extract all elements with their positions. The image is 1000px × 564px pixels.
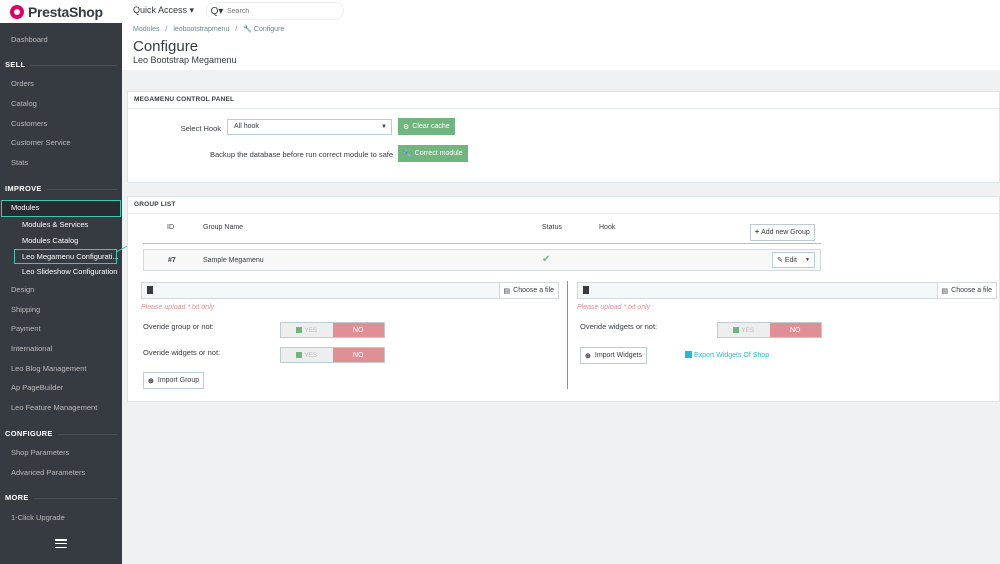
button-label: Import Group: [157, 377, 200, 384]
toggle-yes[interactable]: YES: [281, 323, 333, 337]
external-link-icon: [685, 351, 692, 358]
button-label: Choose a file: [951, 287, 992, 294]
toggle-no[interactable]: NO: [769, 323, 821, 337]
col-header-hook: Hook: [599, 224, 616, 231]
toggle-yes[interactable]: YES: [718, 323, 770, 337]
table-header-line: [143, 243, 821, 244]
correct-module-button[interactable]: 🔧 Correct module: [398, 145, 468, 162]
button-label: Choose a file: [513, 287, 554, 294]
override-widgets-toggle-right[interactable]: YES NO: [717, 322, 822, 338]
check-icon: ✔: [542, 254, 551, 265]
plus-icon: +: [755, 229, 760, 236]
upload-hint: Please upload *.txt only: [141, 304, 215, 311]
select-hook-dropdown[interactable]: All hook ▼: [227, 119, 392, 135]
choose-file-button[interactable]: ▤ Choose a file: [498, 283, 558, 298]
choose-file-button[interactable]: ▤ Choose a file: [936, 283, 996, 298]
override-widgets-toggle[interactable]: YES NO: [280, 347, 385, 363]
plus-circle-icon: ⊕: [148, 377, 154, 385]
override-widgets-label: Overide widgets or not:: [143, 348, 221, 357]
quick-access-dropdown[interactable]: Quick Access ▾: [133, 5, 194, 16]
widgets-file-input[interactable]: ▤ Choose a file: [577, 282, 997, 299]
override-widgets-label: Overide widgets or not:: [580, 322, 658, 331]
select-hook-label: Select Hook: [180, 124, 221, 133]
folder-icon: ▤: [503, 287, 511, 295]
button-label: Clear cache: [412, 123, 450, 130]
col-header-status: Status: [542, 224, 562, 231]
breadcrumb-sep: /: [165, 26, 168, 33]
megamenu-control-panel: MEGAMENU CONTROL PANEL Select Hook All h…: [127, 91, 1000, 183]
search-icon[interactable]: Q▾: [207, 6, 227, 17]
col-header-id: ID: [167, 224, 174, 231]
button-label: Edit: [784, 256, 797, 264]
breadcrumb-leobootstrapmenu[interactable]: leobootstrapmenu: [173, 26, 229, 33]
file-icon: [147, 286, 153, 294]
upload-hint: Please upload *.txt only: [577, 304, 651, 311]
column-divider: [567, 281, 568, 389]
breadcrumb: Modules / leobootstrapmenu / 🔧 Configure: [133, 25, 284, 33]
breadcrumb-sep: /: [235, 26, 238, 33]
table-row[interactable]: #7 Sample Megamenu ✔ ✎ Edit ▼: [143, 249, 821, 271]
row-id: #7: [168, 257, 176, 264]
search-box[interactable]: Q▾: [206, 2, 344, 20]
pencil-icon: ✎: [777, 257, 783, 264]
link-label: Export Widgets Of Shop: [694, 352, 770, 359]
checkbox-icon: [296, 327, 303, 333]
button-label: Import Widgets: [594, 352, 642, 359]
breadcrumb-configure: Configure: [253, 26, 285, 33]
file-icon: [583, 286, 589, 294]
panel-heading: GROUP LIST: [134, 201, 176, 208]
breadcrumb-modules[interactable]: Modules: [133, 26, 159, 33]
toggle-yes-label: YES: [741, 326, 755, 334]
toggle-yes-label: YES: [304, 326, 318, 334]
page-header: Modules / leobootstrapmenu / 🔧 Configure…: [122, 23, 1000, 70]
toggle-no[interactable]: NO: [332, 323, 384, 337]
page-subtitle: Leo Bootstrap Megamenu: [133, 55, 237, 65]
search-input[interactable]: [227, 7, 327, 15]
col-header-group-name: Group Name: [203, 224, 244, 231]
folder-icon: ▤: [941, 287, 949, 295]
edit-button[interactable]: ✎ Edit ▼: [772, 252, 815, 268]
gears-icon: ⚙: [403, 123, 410, 131]
row-group-name: Sample Megamenu: [203, 257, 264, 264]
toggle-no[interactable]: NO: [332, 348, 384, 362]
wrench-icon: 🔧: [403, 150, 412, 158]
button-label: Correct module: [414, 150, 463, 157]
import-widgets-button[interactable]: ⊕ Import Widgets: [580, 347, 647, 364]
top-bar: Quick Access ▾ Q▾: [122, 0, 1000, 23]
wrench-icon: 🔧: [243, 26, 252, 33]
override-group-toggle[interactable]: YES NO: [280, 322, 385, 338]
panel-heading: MEGAMENU CONTROL PANEL: [134, 96, 235, 103]
caret-down-icon: ▼: [381, 124, 387, 130]
import-group-button[interactable]: ⊕ Import Group: [143, 372, 205, 389]
page-title: Configure: [133, 38, 199, 55]
group-list-panel: GROUP LIST ID Group Name Status Hook + A…: [127, 196, 1000, 402]
toggle-yes[interactable]: YES: [281, 348, 333, 362]
toggle-yes-label: YES: [304, 351, 318, 359]
clear-cache-button[interactable]: ⚙ Clear cache: [398, 118, 455, 135]
checkbox-icon: [733, 327, 740, 333]
add-new-group-button[interactable]: + Add new Group: [750, 224, 815, 241]
select-hook-value: All hook: [234, 123, 259, 130]
group-file-input[interactable]: ▤ Choose a file: [141, 282, 559, 299]
button-label: Add new Group: [761, 229, 810, 236]
export-widgets-link[interactable]: Export Widgets Of Shop: [685, 351, 769, 359]
checkbox-icon: [296, 352, 303, 358]
plus-circle-icon: ⊕: [585, 352, 591, 360]
caret-down-icon: ▼: [804, 257, 810, 263]
backup-label: Backup the database before run correct m…: [209, 150, 393, 159]
override-group-label: Overide group or not:: [143, 322, 214, 331]
